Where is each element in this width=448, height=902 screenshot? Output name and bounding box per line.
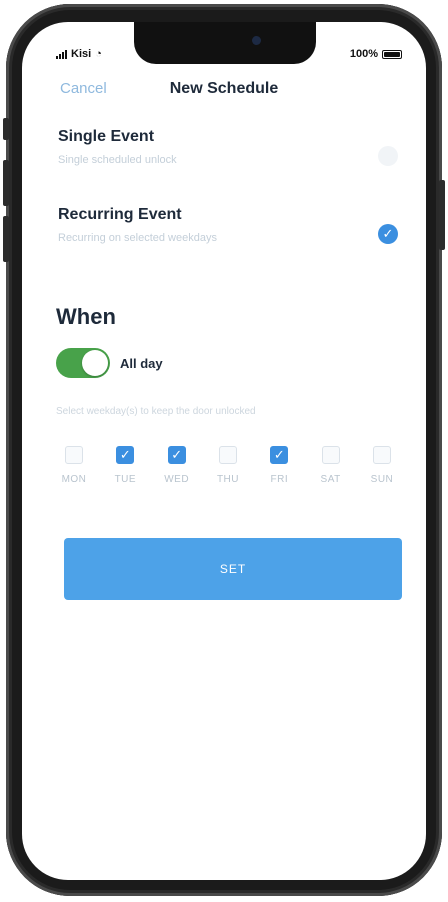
- day-wed[interactable]: ✓ WED: [155, 446, 199, 485]
- battery-percent: 100%: [349, 48, 378, 60]
- day-label: WED: [164, 474, 190, 485]
- all-day-label: All day: [120, 356, 163, 371]
- day-label: THU: [216, 474, 240, 485]
- carrier-name: Kisi: [71, 48, 92, 60]
- volume-down-button: [3, 216, 9, 262]
- recurring-event-title: Recurring Event: [58, 206, 182, 223]
- day-tue[interactable]: ✓ TUE: [103, 446, 147, 485]
- status-bar-right: 100%: [350, 48, 402, 60]
- day-checkbox[interactable]: [65, 446, 83, 464]
- day-sat[interactable]: SAT: [309, 446, 353, 485]
- day-checkbox[interactable]: [321, 446, 340, 464]
- day-mon[interactable]: MON: [52, 446, 96, 485]
- day-label: SUN: [370, 474, 394, 485]
- notch: [134, 22, 316, 64]
- cancel-button[interactable]: Cancel: [60, 80, 107, 97]
- volume-up-button: [3, 160, 9, 206]
- day-label: TUE: [114, 474, 137, 485]
- weekday-hint: Select weekday(s) to keep the door unloc…: [56, 406, 256, 417]
- battery-icon: [382, 49, 402, 59]
- set-button[interactable]: SET: [64, 538, 402, 600]
- wifi-icon: ◔: [95, 48, 102, 60]
- camera-icon: [252, 36, 261, 45]
- day-fri[interactable]: ✓ FRI: [257, 446, 301, 485]
- toggle-knob: [82, 350, 108, 376]
- when-heading: When: [56, 304, 116, 329]
- all-day-toggle[interactable]: [56, 348, 110, 378]
- recurring-event-option[interactable]: Recurring Event Recurring on selected we…: [58, 206, 398, 244]
- signal-icon: [56, 49, 67, 59]
- day-checkbox-check-icon[interactable]: ✓: [167, 446, 186, 464]
- status-bar-left: Kisi ◔: [56, 48, 102, 60]
- day-label: MON: [61, 474, 87, 485]
- day-thu[interactable]: THU: [206, 446, 250, 485]
- weekday-selector: MON ✓ TUE ✓ WED THU ✓ FRI SAT SUN: [52, 446, 404, 485]
- single-event-subtitle: Single scheduled unlock: [58, 154, 177, 166]
- day-checkbox-check-icon[interactable]: ✓: [116, 446, 135, 464]
- recurring-event-subtitle: Recurring on selected weekdays: [58, 232, 217, 244]
- day-label: SAT: [320, 474, 341, 485]
- day-sun[interactable]: SUN: [360, 446, 404, 485]
- single-event-title: Single Event: [58, 128, 155, 145]
- power-button: [439, 180, 445, 250]
- day-label: FRI: [270, 474, 289, 485]
- mute-switch: [3, 118, 9, 140]
- day-checkbox-check-icon[interactable]: ✓: [270, 446, 289, 464]
- day-checkbox[interactable]: [372, 446, 391, 464]
- recurring-event-radio-check-icon[interactable]: ✓: [378, 224, 398, 244]
- single-event-option[interactable]: Single Event Single scheduled unlock: [58, 128, 398, 166]
- phone-screen: Kisi ◔ 100% New Schedule Cancel Single E…: [22, 22, 426, 880]
- single-event-radio[interactable]: [378, 146, 398, 166]
- day-checkbox[interactable]: [218, 446, 237, 464]
